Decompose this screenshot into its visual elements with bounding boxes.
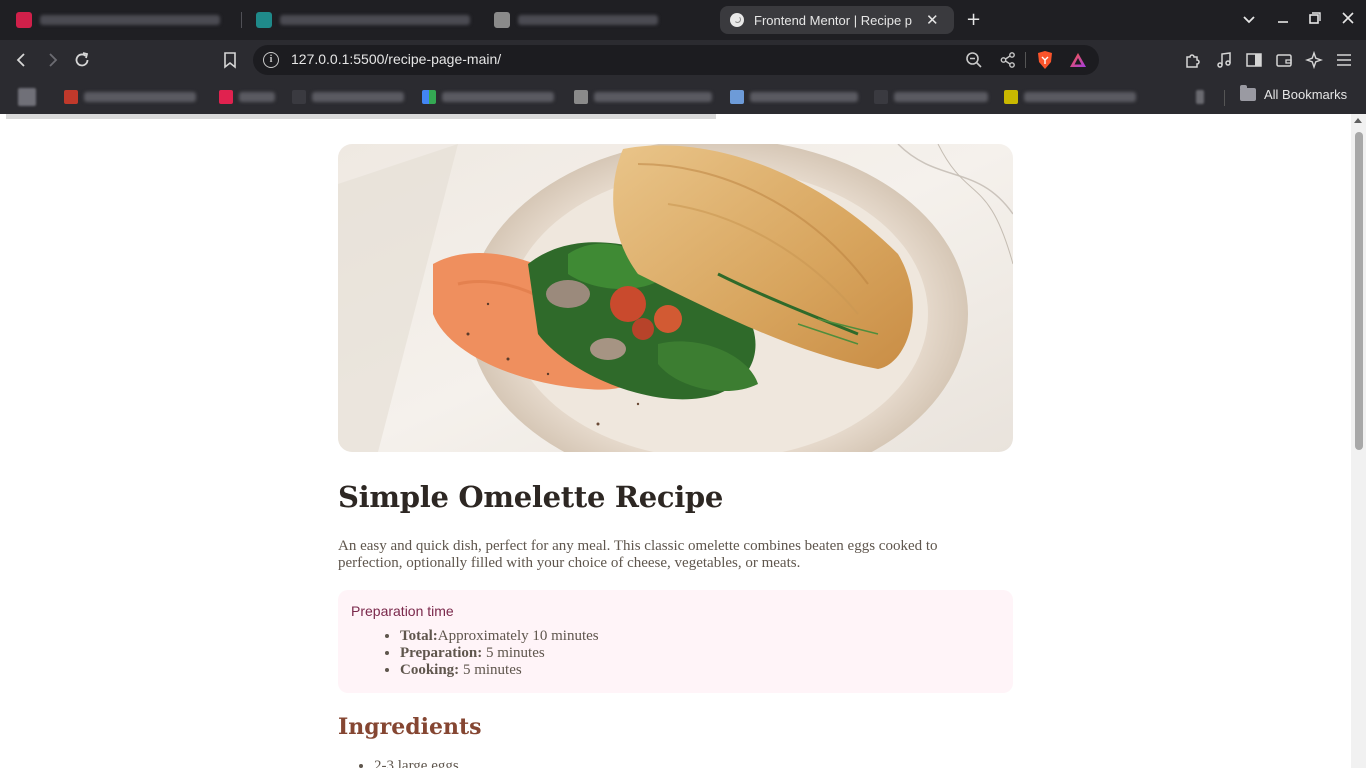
brave-rewards-icon[interactable] xyxy=(1069,51,1087,69)
bookmark-favicon xyxy=(64,90,78,104)
bookmark-favicon xyxy=(1004,90,1018,104)
tab-2[interactable] xyxy=(246,6,480,34)
url-divider xyxy=(1025,52,1026,68)
media-icon[interactable] xyxy=(1212,48,1236,72)
tab-title-blurred xyxy=(40,15,220,25)
close-window-icon[interactable] xyxy=(1336,8,1360,30)
extensions-icon[interactable] xyxy=(1181,48,1205,72)
prep-item-label: Preparation: xyxy=(400,645,483,661)
zoom-out-icon[interactable] xyxy=(965,51,983,69)
menu-icon[interactable] xyxy=(1332,48,1356,72)
bookmark-favicon xyxy=(1196,90,1204,104)
folder-icon xyxy=(1240,85,1256,101)
prep-item-label: Cooking: xyxy=(400,662,460,678)
bookmark-favicon xyxy=(18,88,36,106)
frontend-mentor-favicon-icon xyxy=(730,13,744,27)
prep-item-label: Total: xyxy=(400,628,438,644)
bookmark-item[interactable] xyxy=(1004,88,1136,106)
sidebar-icon[interactable] xyxy=(1242,48,1266,72)
tab-favicon xyxy=(494,12,510,28)
scrollbar-thumb[interactable] xyxy=(1355,132,1363,450)
reload-icon[interactable] xyxy=(70,48,94,72)
tab-title-blurred xyxy=(280,15,470,25)
bookmark-item[interactable] xyxy=(1196,88,1204,106)
bookmark-label-blurred xyxy=(594,92,712,102)
bookmark-label-blurred xyxy=(312,92,404,102)
bookmark-favicon xyxy=(292,90,306,104)
tab-favicon xyxy=(16,12,32,28)
leo-ai-icon[interactable] xyxy=(1302,48,1326,72)
preparation-time-box: Preparation time Total:Approximately 10 … xyxy=(338,590,1013,693)
preparation-time-list: Total:Approximately 10 minutes Preparati… xyxy=(351,628,1000,679)
bookmark-item[interactable] xyxy=(292,88,404,106)
tab-strip: Frontend Mentor | Recipe p ✕ + xyxy=(0,0,1366,40)
bookmark-favicon xyxy=(219,90,233,104)
list-item: Cooking: 5 minutes xyxy=(400,662,1000,679)
prep-item-value: Approximately 10 minutes xyxy=(437,628,599,644)
minimize-icon[interactable] xyxy=(1271,8,1295,30)
bookmark-item[interactable] xyxy=(574,88,712,106)
share-icon[interactable] xyxy=(999,51,1017,69)
brave-shield-icon[interactable] xyxy=(1036,50,1054,70)
tab-1[interactable] xyxy=(6,6,230,34)
back-icon[interactable] xyxy=(10,48,34,72)
close-tab-icon[interactable]: ✕ xyxy=(926,11,939,29)
recipe-card: Simple Omelette Recipe An easy and quick… xyxy=(338,144,1013,768)
tab-favicon xyxy=(256,12,272,28)
recipe-description: An easy and quick dish, perfect for any … xyxy=(338,538,938,571)
toolbar: i 127.0.0.1:5500/recipe-page-main/ xyxy=(0,40,1366,80)
bookmark-label-blurred xyxy=(894,92,988,102)
bookmark-icon[interactable] xyxy=(218,48,242,72)
all-bookmarks-button[interactable]: All Bookmarks xyxy=(1240,85,1348,102)
ingredients-list: 2-3 large eggs xyxy=(338,758,1013,768)
bookmarks-bar: All Bookmarks xyxy=(0,80,1366,114)
list-item: Total:Approximately 10 minutes xyxy=(400,628,1000,645)
recipe-title: Simple Omelette Recipe xyxy=(338,480,724,514)
new-tab-button[interactable]: + xyxy=(966,9,981,31)
bookmark-label-blurred xyxy=(442,92,554,102)
bookmark-favicon xyxy=(574,90,588,104)
loading-bar xyxy=(6,114,716,119)
tab-3[interactable] xyxy=(484,6,668,34)
bookmark-item[interactable] xyxy=(18,88,36,106)
all-bookmarks-label: All Bookmarks xyxy=(1264,87,1348,102)
active-tab-title: Frontend Mentor | Recipe p xyxy=(754,12,913,28)
bookmark-item[interactable] xyxy=(219,88,275,106)
wallet-icon[interactable] xyxy=(1272,48,1296,72)
restore-icon[interactable] xyxy=(1303,8,1327,30)
tab-active[interactable]: Frontend Mentor | Recipe p ✕ xyxy=(720,6,954,34)
ingredients-heading: Ingredients xyxy=(338,714,482,740)
prep-item-value: 5 minutes xyxy=(459,662,522,678)
bookmark-item[interactable] xyxy=(730,88,858,106)
bookmark-item[interactable] xyxy=(422,88,554,106)
bookmark-label-blurred xyxy=(239,92,275,102)
bookmark-favicon xyxy=(422,90,436,104)
preparation-time-heading: Preparation time xyxy=(351,603,454,619)
bookmark-favicon xyxy=(730,90,744,104)
forward-icon[interactable] xyxy=(40,48,64,72)
bookmark-favicon xyxy=(874,90,888,104)
bookmark-label-blurred xyxy=(750,92,858,102)
tab-search-icon[interactable] xyxy=(1237,8,1261,30)
scrollbar[interactable] xyxy=(1351,114,1366,768)
page-viewport: Simple Omelette Recipe An easy and quick… xyxy=(0,114,1366,768)
scroll-up-arrow-icon[interactable] xyxy=(1354,118,1362,123)
prep-item-value: 5 minutes xyxy=(482,645,545,661)
info-icon[interactable]: i xyxy=(263,52,279,68)
url-text[interactable]: 127.0.0.1:5500/recipe-page-main/ xyxy=(291,51,501,67)
tab-separator xyxy=(241,12,242,28)
omelette-image xyxy=(338,144,1013,452)
list-item: Preparation: 5 minutes xyxy=(400,645,1000,662)
bookmarks-separator xyxy=(1224,90,1225,106)
bookmark-label-blurred xyxy=(1024,92,1136,102)
bookmark-item[interactable] xyxy=(874,88,988,106)
list-item: 2-3 large eggs xyxy=(374,758,1013,768)
bookmark-item[interactable] xyxy=(64,88,196,106)
bookmark-label-blurred xyxy=(84,92,196,102)
address-bar[interactable]: i 127.0.0.1:5500/recipe-page-main/ xyxy=(253,45,1099,75)
tab-title-blurred xyxy=(518,15,658,25)
